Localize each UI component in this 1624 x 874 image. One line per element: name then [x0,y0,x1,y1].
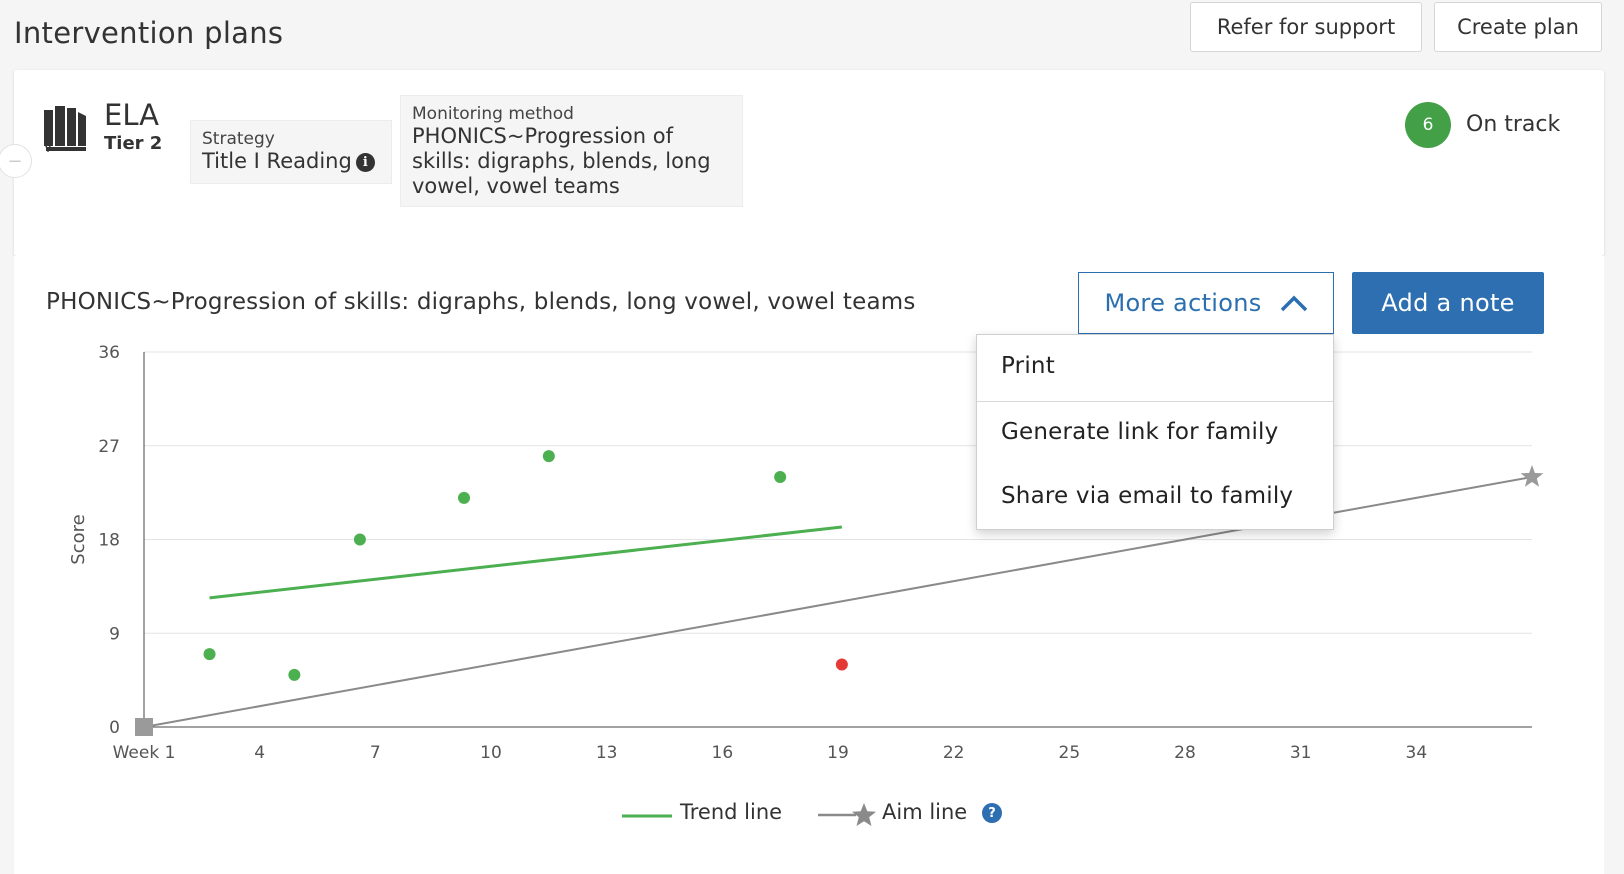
monitoring-value: PHONICS~Progression of skills: digraphs,… [412,124,711,198]
more-actions-menu: Print Generate link for family Share via… [976,334,1334,530]
data-point [353,533,366,546]
x-tick-label: 4 [254,743,265,763]
chart-title: PHONICS~Progression of skills: digraphs,… [46,289,916,315]
menu-item-generate-link[interactable]: Generate link for family [977,419,1333,445]
y-tick-label: 18 [98,531,120,551]
y-tick-label: 27 [98,437,120,457]
x-tick-label: Week 1 [113,743,176,763]
status-badge: 6 [1405,102,1451,148]
data-point [835,658,848,671]
star-icon [852,803,876,826]
add-note-button[interactable]: Add a note [1352,272,1544,334]
create-plan-button[interactable]: Create plan [1434,2,1602,52]
more-actions-label: More actions [1104,289,1262,317]
data-point [203,648,216,661]
monitoring-label: Monitoring method [412,104,574,124]
more-actions-button[interactable]: More actions [1078,272,1334,334]
y-tick-label: 0 [109,718,120,738]
y-tick-label: 9 [109,624,120,644]
data-point [774,471,787,483]
x-tick-label: 16 [712,743,734,763]
data-point [458,491,471,504]
trend-line-swatch [622,814,672,818]
y-axis-label: Score [68,514,89,564]
square-icon [135,718,153,736]
progress-chart: 0 9 18 27 36 Week 1 4 7 10 13 16 19 22 25 28 31 34 Score [68,343,1544,763]
x-tick-label: 28 [1174,743,1196,763]
x-tick-label: 31 [1290,743,1312,763]
data-point [542,450,555,463]
minus-icon: − [7,150,23,172]
legend-trend-label: Trend line [680,800,783,824]
strategy-box: Strategy Title I Reading i [190,120,392,184]
x-tick-label: 22 [943,743,965,763]
status-text: On track [1466,112,1561,137]
page-title: Intervention plans [14,16,284,50]
tier-label: Tier 2 [104,133,163,154]
subject-name: ELA [104,98,159,132]
info-icon[interactable]: i [355,153,375,172]
book-icon [44,106,86,152]
menu-divider [977,401,1333,402]
data-point [288,668,301,681]
refer-for-support-button[interactable]: Refer for support [1190,2,1422,52]
monitoring-method-box: Monitoring method PHONICS~Progression of… [400,95,743,207]
aim-line-swatch [818,803,876,826]
x-tick-label: 7 [370,743,381,763]
x-tick-label: 13 [596,743,618,763]
star-icon [1520,465,1544,487]
x-tick-label: 34 [1406,743,1428,763]
strategy-label: Strategy [202,129,275,149]
chevron-up-icon [1280,295,1307,312]
menu-item-share-email[interactable]: Share via email to family [977,483,1333,509]
x-tick-label: 19 [827,743,849,763]
trend-line [209,525,843,600]
menu-item-print[interactable]: Print [977,353,1333,379]
x-tick-label: 25 [1059,743,1081,763]
strategy-value: Title I Reading [202,149,352,173]
legend-aim-label: Aim line [882,800,968,824]
question-icon[interactable]: ? [982,803,1002,823]
y-tick-label: 36 [98,343,120,363]
x-tick-label: 10 [480,743,502,763]
